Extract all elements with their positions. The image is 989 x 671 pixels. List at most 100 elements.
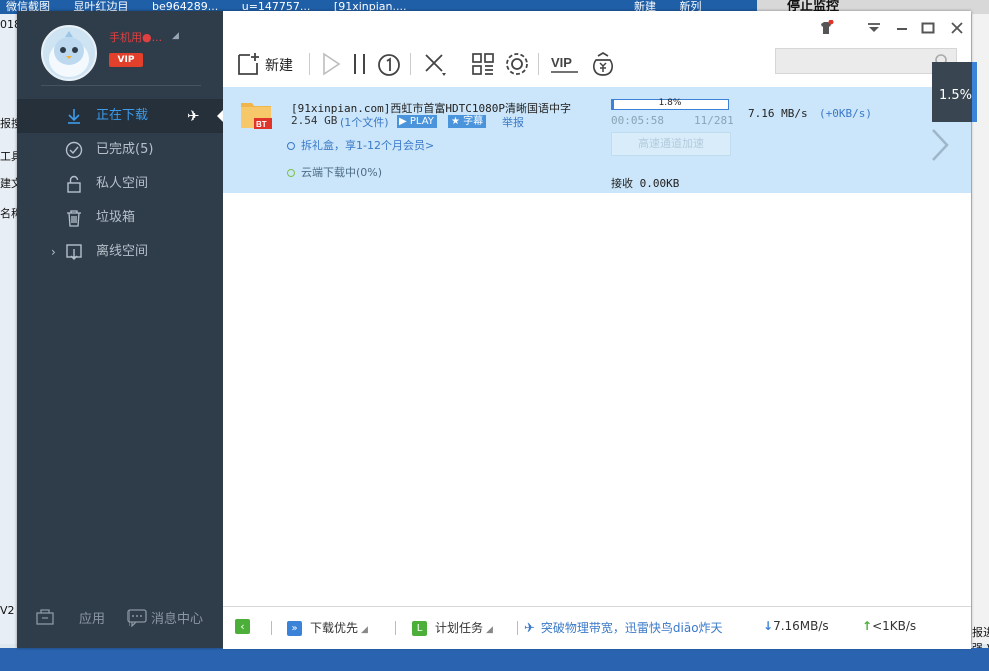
double-chevron-down-icon: » (287, 621, 302, 636)
status-divider (395, 621, 396, 635)
lock-icon (67, 175, 81, 193)
toolbar: 新建 VIP 1.5% (223, 11, 977, 122)
new-task-icon[interactable] (235, 51, 261, 77)
grid-view-icon[interactable] (470, 51, 496, 77)
sidebar-item-label: 垃圾箱 (96, 210, 136, 225)
apps-button[interactable]: 应用 (79, 608, 105, 627)
time-remaining: 00:05:58 (611, 114, 664, 127)
status-bar: ‹ » 下载优先 ◢ L 计划任务 ◢ ✈ 突破物理带宽，迅雷快鸟diāo炸天 ↓7.16… (223, 606, 971, 649)
thunder-bird-icon: ✈ (524, 621, 535, 636)
thunder-window: 手机用●... ◢ VIP 正在下载 ✈ 已完成(5) 私人空间 垃圾箱 › 离… (17, 11, 977, 649)
download-arrow-icon (68, 109, 80, 124)
task-size: 2.54 GB (291, 114, 338, 127)
gift-box-link[interactable]: 拆礼盒，享1-12个月会员> (287, 137, 434, 153)
up-arrow-icon: ↑ (862, 619, 873, 633)
task-file-count-link[interactable]: (1个文件) (340, 114, 389, 130)
vip-icon[interactable]: VIP (550, 51, 580, 77)
user-menu-caret-icon[interactable]: ◢ (172, 31, 179, 41)
delete-x-icon[interactable] (422, 51, 448, 77)
username[interactable]: 手机用●... (109, 29, 162, 45)
bt-folder-icon: BT (241, 103, 272, 129)
sidebar-divider (41, 85, 201, 86)
thunder-bird-icon: ✈ (187, 107, 200, 125)
pause-icon[interactable] (347, 51, 373, 77)
apps-box-icon (36, 609, 54, 625)
svg-text:VIP: VIP (551, 55, 572, 70)
report-link[interactable]: 举报 (502, 114, 524, 130)
sidebar-footer: 应用 消息中心 (17, 606, 223, 630)
subtitle-button[interactable]: ★ 字幕 (448, 115, 487, 128)
total-download-speed: ↓7.16MB/s (763, 619, 829, 633)
sidebar-item-offline-space[interactable]: › 离线空间 (17, 235, 223, 269)
play-button[interactable]: ▶ PLAY (397, 115, 437, 128)
main-menu-icon[interactable] (866, 20, 882, 36)
vip-badge-label: VIP (117, 55, 135, 65)
down-arrow-icon: ↓ (763, 619, 774, 633)
trash-icon (67, 210, 81, 227)
windows-taskbar (0, 648, 989, 671)
avatar[interactable] (41, 25, 97, 81)
tooltip-percent: 1.5% (939, 88, 973, 103)
status-divider (517, 621, 518, 635)
download-priority-button[interactable]: » 下载优先 ◢ (287, 619, 368, 636)
down-speed: 7.16MB/s (773, 619, 829, 633)
bg-fragment: V2 (0, 604, 15, 617)
cloud-download-status: 云端下载中(0%) (287, 164, 382, 180)
download-speed: 7.16 MB/s (748, 107, 808, 120)
sidebar: 手机用●... ◢ VIP 正在下载 ✈ 已完成(5) 私人空间 垃圾箱 › 离… (17, 11, 224, 648)
status-divider (271, 621, 272, 635)
sidebar-item-downloading[interactable]: 正在下载 ✈ (17, 99, 224, 133)
vip-badge[interactable]: VIP (109, 53, 143, 67)
start-play-icon[interactable] (318, 51, 344, 77)
sidebar-item-label: 正在下载 (96, 108, 149, 123)
gift-text: 拆礼盒，享1-12个月会员> (301, 139, 435, 152)
new-task-button[interactable]: 新建 (265, 55, 293, 75)
task-row[interactable]: BT [91xinpian.com]西虹市首富HDTC1080P清晰国语中字 2… (223, 87, 971, 193)
sidebar-item-label: 私人空间 (96, 176, 149, 191)
calendar-l-icon: L (412, 621, 427, 636)
message-bubble-icon (127, 609, 147, 627)
bird-avatar-icon (49, 31, 89, 77)
bt-badge-text: BT (256, 120, 267, 129)
cloud-text: 云端下载中(0%) (301, 166, 383, 179)
caret-icon: ◢ (486, 625, 493, 635)
collapse-sidebar-button[interactable]: ‹ (235, 619, 258, 634)
subtitle-label: 字幕 (463, 116, 484, 127)
sidebar-item-private-space[interactable]: 私人空间 (17, 167, 223, 201)
progress-label: 1.8% (658, 98, 682, 108)
progress-bar: 1.8% (611, 98, 729, 110)
background-left-window: 018 报搜 工具 建文 名称 V2 (0, 14, 22, 644)
pieces-count: 11/281 (694, 114, 734, 127)
expand-arrow-icon[interactable]: › (51, 235, 56, 269)
sidebar-item-label: 已完成(5) (96, 142, 154, 157)
message-center-button[interactable]: 消息中心 (151, 608, 203, 627)
received-bytes: 接收 0.00KB (611, 177, 680, 190)
skin-shirt-icon[interactable] (818, 20, 834, 36)
up-speed: <1KB/s (872, 619, 917, 633)
sidebar-item-trash[interactable]: 垃圾箱 (17, 201, 223, 235)
caret-icon: ◢ (361, 625, 368, 635)
speed-limit-icon[interactable] (376, 51, 402, 77)
search-input[interactable] (776, 49, 938, 71)
sidebar-item-completed[interactable]: 已完成(5) (17, 133, 223, 167)
maximize-icon[interactable] (920, 20, 936, 36)
check-circle-icon (65, 141, 83, 159)
sidebar-item-label: 离线空间 (96, 244, 149, 259)
plan-label: 计划任务 (435, 621, 484, 635)
minimize-icon[interactable] (894, 20, 910, 36)
toolbar-divider (538, 53, 539, 75)
high-speed-channel-button[interactable]: 高速通道加速 (611, 132, 731, 156)
money-bag-icon[interactable] (590, 51, 616, 77)
chevron-right-icon[interactable] (928, 127, 952, 163)
close-icon[interactable] (949, 20, 965, 36)
cloud-dot-icon (287, 169, 295, 177)
tooltip-accent-bar (972, 62, 977, 122)
settings-gear-icon[interactable] (504, 51, 530, 77)
gift-dot-icon (287, 142, 295, 150)
fast-bird-promo-link[interactable]: ✈ 突破物理带宽，迅雷快鸟diāo炸天 (524, 619, 723, 636)
scheduled-tasks-button[interactable]: L 计划任务 ◢ (412, 619, 493, 636)
offline-space-icon (66, 244, 82, 260)
bg-fragment: 报进 (972, 626, 989, 639)
toolbar-divider (410, 53, 411, 75)
promo-text: 突破物理带宽，迅雷快鸟diāo炸天 (540, 621, 723, 635)
